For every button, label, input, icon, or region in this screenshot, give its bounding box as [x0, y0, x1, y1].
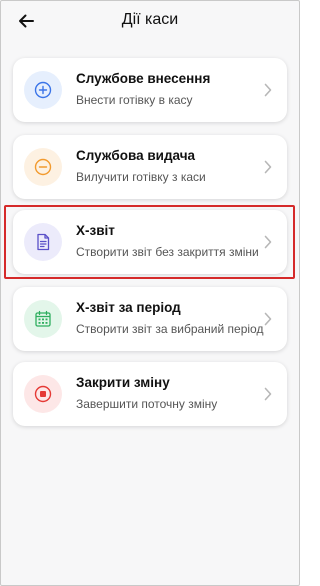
action-label: Закрити зміну: [76, 375, 170, 390]
icon-badge: [24, 375, 62, 413]
chevron-right-icon: [264, 387, 272, 401]
action-subtitle: Завершити поточну зміну: [76, 397, 218, 411]
action-label: Службове внесення: [76, 71, 211, 86]
chevron-right-icon: [264, 312, 272, 326]
plus-circle-icon: [34, 81, 52, 99]
icon-badge: [24, 71, 62, 109]
chevron-right-icon: [264, 235, 272, 249]
icon-badge: [24, 300, 62, 338]
action-card-service-withdrawal[interactable]: Службова видача Вилучити готівку з каси: [13, 135, 287, 199]
chevron-right-icon: [264, 83, 272, 97]
calendar-icon: [35, 310, 51, 327]
icon-badge: [24, 223, 62, 261]
action-subtitle: Створити звіт без закриття зміни: [76, 245, 259, 259]
icon-badge: [24, 148, 62, 186]
minus-circle-icon: [34, 158, 52, 176]
action-card-x-report[interactable]: Х-звіт Створити звіт без закриття зміни: [13, 210, 287, 274]
action-card-service-deposit[interactable]: Службове внесення Внести готівку в касу: [13, 58, 287, 122]
action-label: Службова видача: [76, 148, 196, 163]
app-header: Дії каси: [1, 1, 299, 41]
chevron-right-icon: [264, 160, 272, 174]
page-title: Дії каси: [121, 11, 179, 28]
screen-frame: Дії каси Службове внесення Внести готівк…: [0, 0, 300, 586]
action-subtitle: Вилучити готівку з каси: [76, 170, 206, 184]
action-label: Х-звіт: [76, 223, 115, 238]
action-card-close-shift[interactable]: Закрити зміну Завершити поточну зміну: [13, 362, 287, 426]
stop-circle-icon: [34, 385, 52, 403]
action-subtitle: Внести готівку в касу: [76, 93, 193, 107]
action-card-x-report-period[interactable]: Х-звіт за період Створити звіт за вибран…: [13, 287, 287, 351]
action-label: Х-звіт за період: [76, 300, 181, 315]
document-icon: [37, 233, 50, 251]
action-subtitle: Створити звіт за вибраний період: [76, 322, 264, 336]
